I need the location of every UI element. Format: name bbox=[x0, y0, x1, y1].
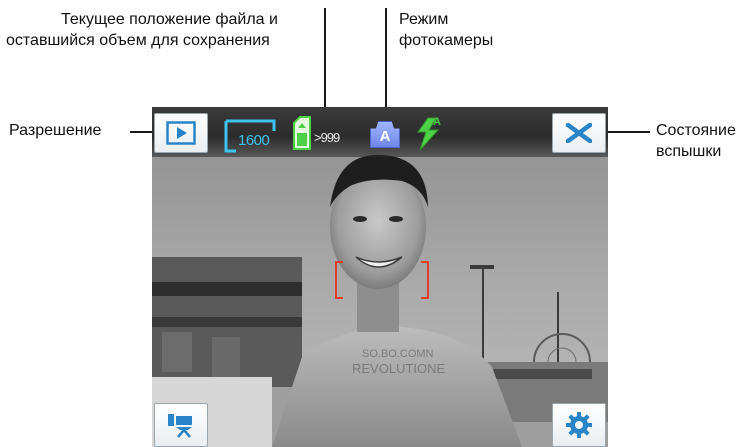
camera-viewfinder[interactable]: SO.BO.COMN REVOLUTIONE 1600 >999 A A bbox=[152, 107, 608, 447]
play-icon bbox=[166, 121, 196, 145]
callout-flash-state-line1: Состояние bbox=[656, 122, 736, 139]
video-camera-icon bbox=[168, 414, 192, 438]
callout-resolution: Разрешение bbox=[9, 120, 101, 141]
callout-camera-mode: Режим фотокамеры bbox=[399, 9, 493, 51]
svg-text:REVOLUTIONE: REVOLUTIONE bbox=[352, 361, 446, 376]
callout-file-position-line1: Текущее положение файла и bbox=[61, 11, 278, 28]
callout-flash-state-line2: вспышки bbox=[656, 143, 722, 160]
storage-indicator bbox=[292, 115, 312, 151]
video-mode-button[interactable] bbox=[154, 403, 208, 447]
callout-flash-state: Состояние вспышки bbox=[656, 120, 736, 162]
callout-file-position: Текущее положение файла и оставшийся объ… bbox=[6, 9, 278, 51]
flash-mode-letter: A bbox=[433, 116, 441, 128]
storage-card-icon bbox=[293, 116, 311, 150]
svg-text:SO.BO.COMN: SO.BO.COMN bbox=[362, 348, 434, 360]
callout-camera-mode-line2: фотокамеры bbox=[399, 32, 494, 49]
camera-mode-letter: A bbox=[379, 128, 391, 145]
callout-resolution-label: Разрешение bbox=[9, 122, 102, 139]
close-button[interactable] bbox=[552, 113, 606, 153]
remaining-shots-value: >999 bbox=[314, 130, 340, 145]
callout-file-position-line bbox=[324, 8, 326, 116]
flash-status-indicator[interactable]: A bbox=[414, 116, 444, 151]
playback-button[interactable] bbox=[154, 113, 208, 153]
settings-button[interactable] bbox=[552, 403, 606, 447]
callout-camera-mode-line1: Режим bbox=[399, 11, 449, 28]
callout-camera-mode-line bbox=[385, 8, 387, 120]
resolution-value: 1600 bbox=[238, 132, 270, 149]
callout-file-position-line2: оставшийся объем для сохранения bbox=[6, 32, 270, 49]
close-icon bbox=[566, 123, 592, 143]
gear-icon bbox=[566, 412, 592, 438]
focus-bracket-icon bbox=[335, 261, 429, 299]
